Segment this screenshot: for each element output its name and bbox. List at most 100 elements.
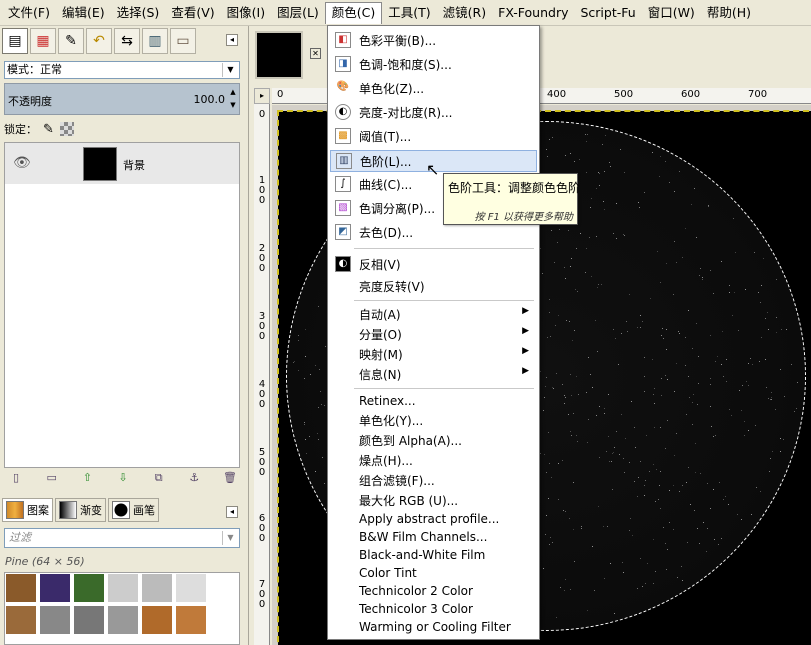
menu-item-threshold[interactable]: ▩ 阈值(T)...	[330, 128, 537, 146]
menu-fx-foundry[interactable]: FX-Foundry	[492, 2, 574, 24]
pattern-cell[interactable]	[141, 573, 173, 603]
menu-item-maximize-rgb[interactable]: 最大化 RGB (U)...	[330, 492, 537, 510]
noise-speck	[714, 361, 716, 362]
noise-speck	[615, 202, 617, 204]
menu-select[interactable]: 选择(S)	[111, 2, 166, 24]
pattern-cell[interactable]	[39, 605, 71, 635]
pattern-cell[interactable]	[107, 573, 139, 603]
menu-item-invert[interactable]: ◐ 反相(V)	[330, 256, 537, 274]
mode-select[interactable]: 模式：正常 ▼	[4, 61, 240, 79]
paths-tab-icon[interactable]: ✎	[58, 28, 84, 54]
menu-help[interactable]: 帮助(H)	[701, 2, 757, 24]
tab-brushes[interactable]: 画笔	[108, 498, 159, 522]
noise-speck	[736, 514, 738, 516]
noise-speck	[793, 410, 795, 412]
pattern-cell[interactable]	[39, 573, 71, 603]
pattern-cell[interactable]	[175, 573, 207, 603]
delete-layer-icon[interactable]: 🗑	[222, 470, 238, 486]
vertical-ruler[interactable]: 0 100 200 300 400 500 600 700	[254, 104, 270, 645]
new-layer-icon[interactable]: ▯	[8, 470, 24, 486]
undo-history-tab-icon[interactable]: ↶	[86, 28, 112, 54]
noise-speck	[730, 414, 732, 416]
pattern-cell[interactable]	[175, 605, 207, 635]
menu-colors[interactable]: 颜色(C)	[324, 1, 383, 24]
menu-item-retinex[interactable]: Retinex...	[330, 394, 537, 412]
noise-speck	[546, 155, 548, 157]
menu-item-hue-saturation[interactable]: ◨ 色调-饱和度(S)...	[330, 56, 537, 74]
menu-item-info[interactable]: 信息(N) ▶	[330, 366, 537, 384]
menu-item-apply-abstract-profile[interactable]: Apply abstract profile...	[330, 512, 537, 530]
layers-list: 👁 背景	[4, 142, 240, 468]
dock-menu-arrow-icon[interactable]: ◂	[226, 34, 238, 46]
tool-options-tab-icon[interactable]: ⇆	[114, 28, 140, 54]
tooltip: 色阶工具：调整颜色色阶 按 F1 以获得更多帮助	[443, 173, 580, 225]
chevron-down-icon[interactable]: ▼	[222, 531, 238, 545]
pattern-cell[interactable]	[73, 605, 105, 635]
menu-item-color-balance[interactable]: ◧ 色彩平衡(B)...	[330, 32, 537, 50]
menu-item-filter-pack[interactable]: 组合滤镜(F)...	[330, 472, 537, 490]
filter-input[interactable]: 过滤 ▼	[4, 528, 240, 548]
pattern-cell[interactable]	[107, 605, 139, 635]
menu-item-colorize[interactable]: 🎨 单色化(Z)...	[330, 80, 537, 98]
tab-gradients[interactable]: 渐变	[55, 498, 106, 522]
anchor-layer-icon[interactable]: ⚓	[186, 470, 202, 486]
layer-thumbnail[interactable]	[83, 147, 117, 181]
pattern-cell[interactable]	[73, 573, 105, 603]
opacity-label: 不透明度	[8, 95, 52, 108]
menu-layer[interactable]: 图层(L)	[271, 2, 325, 24]
pattern-cell[interactable]	[141, 605, 173, 635]
menu-item-technicolor-3[interactable]: Technicolor 3 Color	[330, 602, 537, 620]
chevron-down-icon[interactable]: ▼	[222, 63, 238, 77]
tab-patterns[interactable]: 图案	[2, 498, 53, 522]
opacity-value[interactable]: 100.0	[194, 93, 226, 106]
menu-edit[interactable]: 编辑(E)	[56, 2, 111, 24]
ruler-corner-icon[interactable]: ▸	[254, 88, 270, 104]
menu-item-map[interactable]: 映射(M) ▶	[330, 346, 537, 364]
menu-item-desaturate[interactable]: ◩ 去色(D)...	[330, 224, 537, 242]
noise-speck	[565, 320, 567, 322]
opacity-slider[interactable]: 不透明度 100.0 ▲ ▼	[4, 83, 240, 115]
noise-speck	[565, 396, 567, 398]
close-icon[interactable]: ✕	[310, 48, 321, 59]
menu-item-components[interactable]: 分量(O) ▶	[330, 326, 537, 344]
layers-tab-icon[interactable]: ▤	[2, 28, 28, 54]
menu-item-hot[interactable]: 燥点(H)...	[330, 452, 537, 470]
duplicate-layer-icon[interactable]: ⧉	[151, 470, 167, 486]
menu-item-black-and-white-film[interactable]: Black-and-White Film	[330, 548, 537, 566]
menu-image[interactable]: 图像(I)	[221, 2, 271, 24]
noise-speck	[551, 387, 553, 389]
layer-row[interactable]: 👁 背景	[5, 143, 239, 184]
menu-item-technicolor-2[interactable]: Technicolor 2 Color	[330, 584, 537, 602]
lock-alpha-icon[interactable]	[59, 122, 74, 136]
new-layer-group-icon[interactable]: ▭	[44, 470, 60, 486]
pattern-cell[interactable]	[5, 605, 37, 635]
lower-layer-icon[interactable]: ⇩	[115, 470, 131, 486]
menu-item-value-invert[interactable]: 亮度反转(V)	[330, 278, 537, 296]
menu-item-color-tint[interactable]: Color Tint	[330, 566, 537, 584]
layer-name[interactable]: 背景	[123, 157, 145, 173]
menu-script-fu[interactable]: Script-Fu	[574, 2, 641, 24]
pattern-cell[interactable]	[5, 573, 37, 603]
menu-filters[interactable]: 滤镜(R)	[437, 2, 492, 24]
menu-item-colorify[interactable]: 单色化(Y)...	[330, 412, 537, 430]
menu-item-auto[interactable]: 自动(A) ▶	[330, 306, 537, 324]
menu-item-bw-film-channels[interactable]: B&W Film Channels...	[330, 530, 537, 548]
menu-file[interactable]: 文件(F)	[2, 2, 56, 24]
menu-tools[interactable]: 工具(T)	[382, 2, 436, 24]
menu-item-warming-cooling[interactable]: Warming or Cooling Filter	[330, 620, 537, 638]
lock-pixels-icon[interactable]: ✎	[43, 122, 54, 137]
image-tab-icon[interactable]: ▭	[170, 28, 196, 54]
image-tab-thumbnail[interactable]	[255, 31, 303, 79]
eye-icon[interactable]: 👁	[13, 155, 31, 171]
resource-menu-arrow-icon[interactable]: ◂	[226, 506, 238, 518]
opacity-spin-buttons[interactable]: ▲ ▼	[228, 86, 238, 112]
menu-item-color-to-alpha[interactable]: 颜色到 Alpha(A)...	[330, 432, 537, 450]
menu-item-brightness-contrast[interactable]: ◐ 亮度-对比度(R)...	[330, 104, 537, 122]
menu-windows[interactable]: 窗口(W)	[642, 2, 701, 24]
menu-view[interactable]: 查看(V)	[165, 2, 220, 24]
histogram-tab-icon[interactable]: ▥	[142, 28, 168, 54]
raise-layer-icon[interactable]: ⇧	[79, 470, 95, 486]
noise-speck	[638, 206, 640, 208]
channels-tab-icon[interactable]: ▦	[30, 28, 56, 54]
noise-speck	[673, 294, 675, 296]
